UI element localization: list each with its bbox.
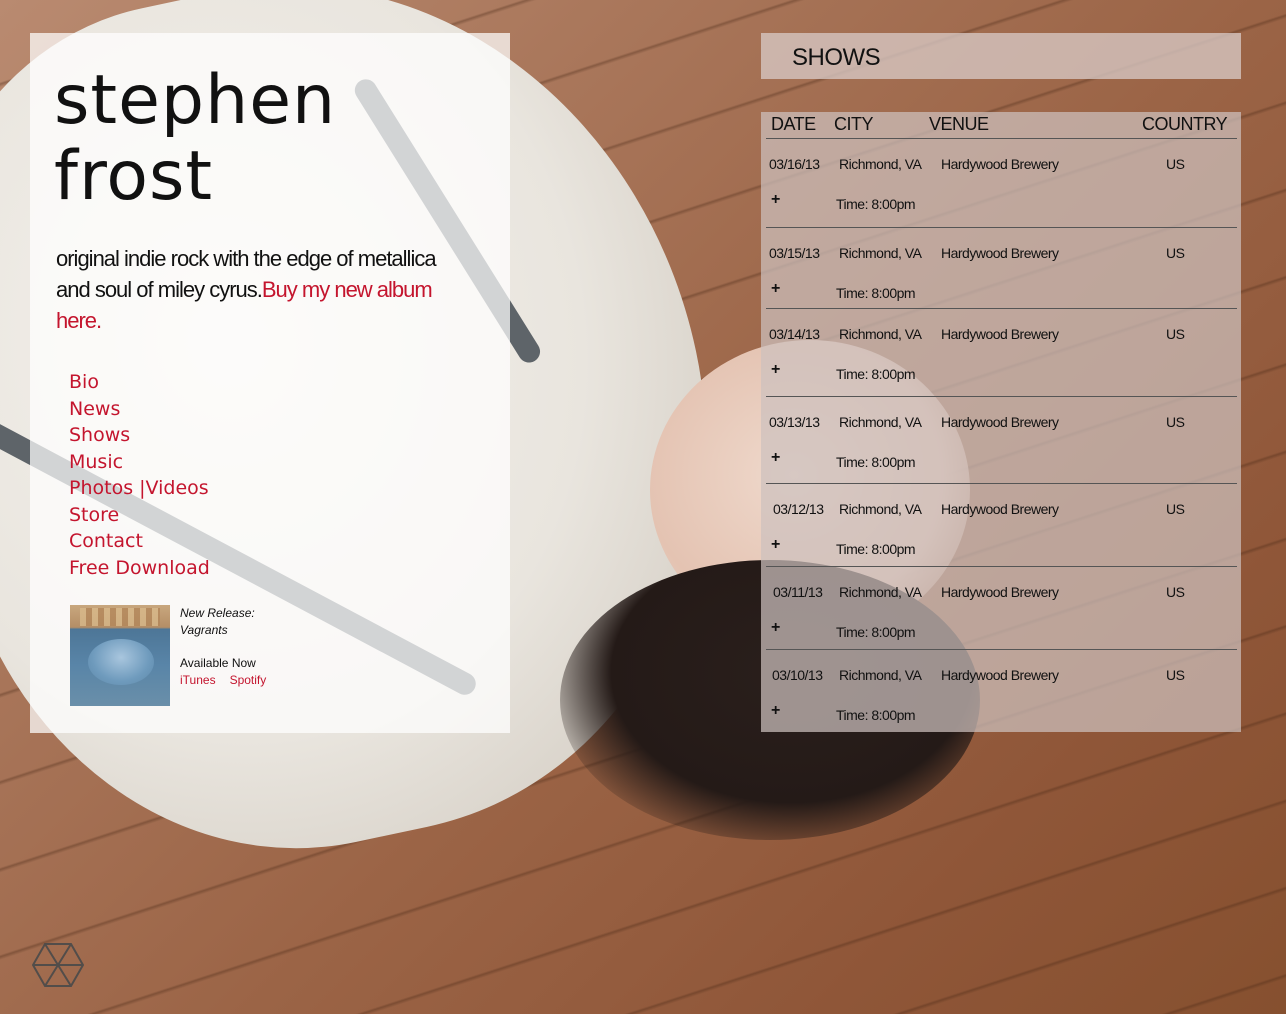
availability-text: Available Now <box>180 656 256 670</box>
show-date: 03/16/13 <box>769 156 820 172</box>
shows-table: DATE CITY VENUE COUNTRY 03/16/13 Richmond… <box>766 112 1237 730</box>
album-cover[interactable] <box>70 605 170 706</box>
nav-item-news[interactable]: News <box>69 396 210 423</box>
show-venue: Hardywood Brewery <box>941 245 1059 261</box>
table-row: 03/11/13 Richmond, VA Hardywood Brewery US T… <box>766 567 1237 650</box>
show-country: US <box>1166 245 1185 261</box>
itunes-link[interactable]: iTunes <box>180 673 216 687</box>
show-venue: Hardywood Brewery <box>941 156 1059 172</box>
show-date: 03/11/13 <box>773 584 823 600</box>
shows-heading: SHOWS <box>792 44 881 71</box>
nav-item-store[interactable]: Store <box>69 502 210 529</box>
show-time: Time: 8:00pm <box>836 366 916 382</box>
shows-panel: DATE CITY VENUE COUNTRY 03/16/13 Richmond… <box>761 112 1241 732</box>
plus-icon[interactable]: + <box>771 280 780 298</box>
show-time: Time: 8:00pm <box>836 541 916 557</box>
release-title: Vagrants <box>180 623 228 637</box>
show-country: US <box>1166 414 1185 430</box>
release-info: New Release: Vagrants Available Now iTun… <box>180 605 280 689</box>
plus-icon[interactable]: + <box>771 702 780 720</box>
table-row: 03/15/13 Richmond, VA Hardywood Brewery US T… <box>766 228 1237 309</box>
nav-item-photos-videos[interactable]: Photos |Videos <box>69 475 210 502</box>
show-time: Time: 8:00pm <box>836 707 916 723</box>
show-venue: Hardywood Brewery <box>941 584 1059 600</box>
nav-item-music[interactable]: Music <box>69 449 210 476</box>
plus-icon[interactable]: + <box>771 619 780 637</box>
site-title-line2: frost <box>54 137 214 216</box>
show-country: US <box>1166 156 1185 172</box>
show-city: Richmond, VA <box>839 245 922 261</box>
hexagon-logo-icon[interactable] <box>32 942 84 988</box>
show-time: Time: 8:00pm <box>836 624 916 640</box>
column-country: COUNTRY <box>1142 114 1228 134</box>
plus-icon[interactable]: + <box>771 449 780 467</box>
plus-icon[interactable]: + <box>771 191 780 209</box>
show-date: 03/14/13 <box>769 326 820 342</box>
show-city: Richmond, VA <box>839 667 922 683</box>
main-nav: Bio News Shows Music Photos |Videos Stor… <box>69 369 210 581</box>
site-title-line1: stephen <box>54 61 337 140</box>
show-venue: Hardywood Brewery <box>941 667 1059 683</box>
show-country: US <box>1166 584 1185 600</box>
nav-item-shows[interactable]: Shows <box>69 422 210 449</box>
site-title: stephen frost <box>54 63 336 215</box>
shows-header: SHOWS <box>761 33 1241 79</box>
nav-item-bio[interactable]: Bio <box>69 369 210 396</box>
column-venue: VENUE <box>929 114 989 134</box>
nav-item-contact[interactable]: Contact <box>69 528 210 555</box>
table-row: 03/12/13 Richmond, VA Hardywood Brewery US T… <box>766 484 1237 567</box>
column-date: DATE <box>771 114 816 134</box>
show-city: Richmond, VA <box>839 584 922 600</box>
plus-icon[interactable]: + <box>771 536 780 554</box>
show-country: US <box>1166 667 1185 683</box>
show-venue: Hardywood Brewery <box>941 501 1059 517</box>
show-venue: Hardywood Brewery <box>941 326 1059 342</box>
show-country: US <box>1166 501 1185 517</box>
show-city: Richmond, VA <box>839 501 922 517</box>
show-date: 03/10/13 <box>772 667 823 683</box>
show-date: 03/12/13 <box>773 501 824 517</box>
show-city: Richmond, VA <box>839 414 922 430</box>
show-time: Time: 8:00pm <box>836 454 916 470</box>
plus-icon[interactable]: + <box>771 361 780 379</box>
show-city: Richmond, VA <box>839 156 922 172</box>
show-venue: Hardywood Brewery <box>941 414 1059 430</box>
new-release-block: New Release: Vagrants Available Now iTun… <box>70 605 410 707</box>
table-row: 03/14/13 Richmond, VA Hardywood Brewery US T… <box>766 309 1237 397</box>
table-row: 03/16/13 Richmond, VA Hardywood Brewery US T… <box>766 139 1237 228</box>
show-time: Time: 8:00pm <box>836 196 916 212</box>
show-country: US <box>1166 326 1185 342</box>
table-row: 03/13/13 Richmond, VA Hardywood Brewery US T… <box>766 397 1237 484</box>
column-city: CITY <box>834 114 874 134</box>
nav-item-free-download[interactable]: Free Download <box>69 555 210 582</box>
left-panel: stephen frost original indie rock with t… <box>30 33 510 733</box>
release-label: New Release: <box>180 606 255 620</box>
show-date: 03/15/13 <box>769 245 820 261</box>
show-date: 03/13/13 <box>769 414 820 430</box>
show-rows: 03/16/13 Richmond, VA Hardywood Brewery US T… <box>766 139 1237 730</box>
spotify-link[interactable]: Spotify <box>230 673 267 687</box>
tagline: original indie rock with the edge of met… <box>56 243 456 336</box>
table-row: 03/10/13 Richmond, VA Hardywood Brewery US T… <box>766 650 1237 730</box>
show-time: Time: 8:00pm <box>836 285 916 301</box>
show-city: Richmond, VA <box>839 326 922 342</box>
table-header: DATE CITY VENUE COUNTRY <box>766 112 1237 139</box>
